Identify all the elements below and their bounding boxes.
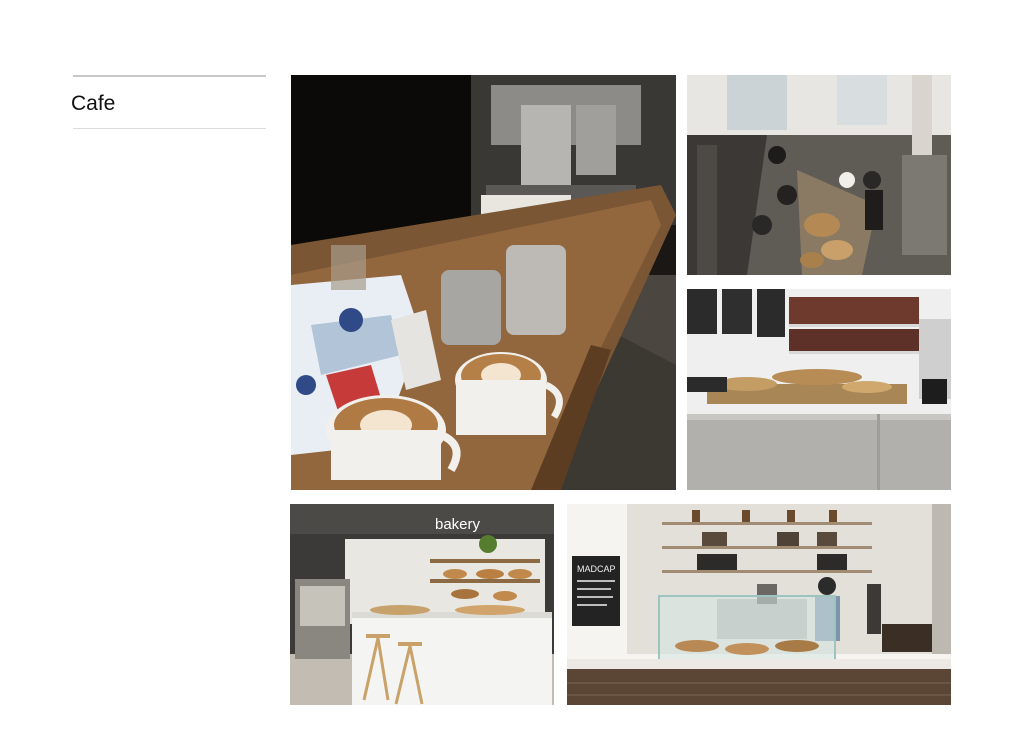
title-divider-top xyxy=(73,75,266,77)
bakery-neon-sign: bakery xyxy=(435,516,481,533)
espresso-bar-image xyxy=(291,75,676,490)
gallery-photo-bakery-counter[interactable] xyxy=(687,75,951,275)
gallery-photo-pastry-bar[interactable] xyxy=(687,289,951,490)
bakery-counter-image xyxy=(687,75,951,275)
pastry-bar-image xyxy=(687,289,951,490)
gallery-photo-espresso-bar[interactable] xyxy=(291,75,676,490)
title-divider-bottom xyxy=(73,128,266,129)
gallery-photo-bakery-neon[interactable]: bakery xyxy=(290,504,554,705)
page-title: Cafe xyxy=(71,92,116,115)
madcap-chalkboard-title: MADCAP xyxy=(577,564,616,574)
bakery-neon-image: bakery xyxy=(290,504,554,705)
gallery-photo-madcap[interactable]: MADCAP xyxy=(567,504,951,705)
madcap-image: MADCAP xyxy=(567,504,951,705)
